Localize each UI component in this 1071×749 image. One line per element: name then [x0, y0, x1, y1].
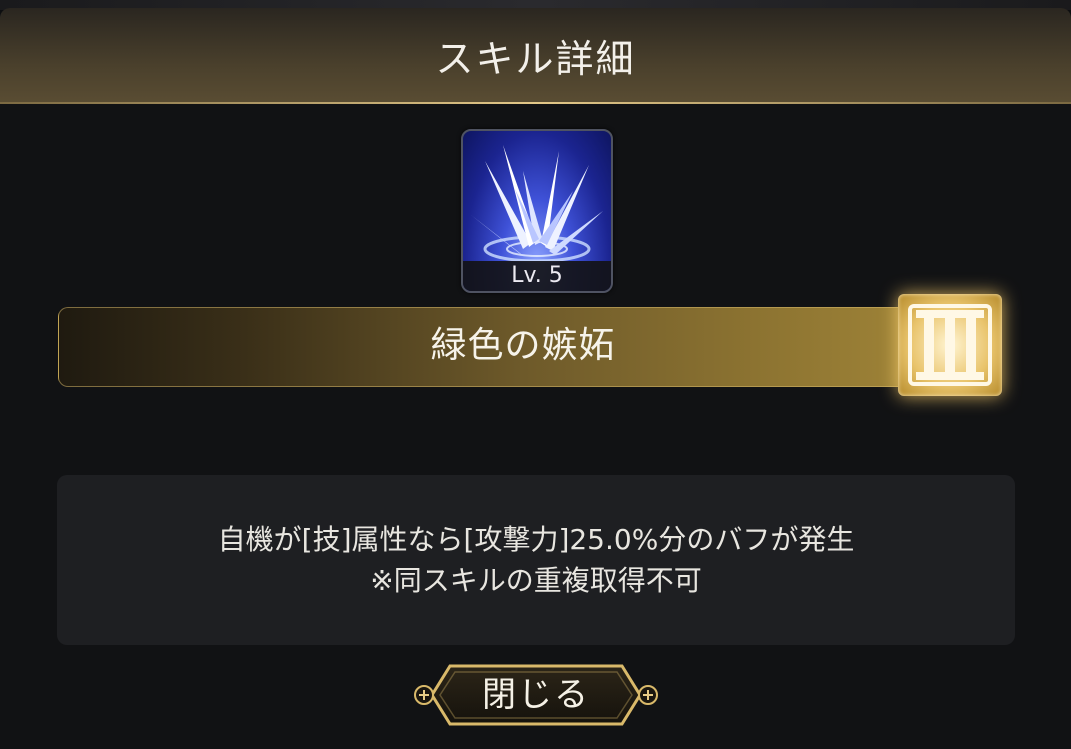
skill-icon: Lv. 5 — [461, 129, 613, 293]
skill-note: ※同スキルの重複取得不可 — [370, 564, 702, 597]
skill-description: 自機が[技]属性なら[攻撃力]25.0%分のバフが発生 — [217, 523, 855, 556]
skill-level: Lv. 5 — [463, 261, 611, 291]
skill-description-box — [57, 475, 1015, 645]
header-divider — [0, 102, 1071, 104]
skill-name: 緑色の嫉妬 — [430, 325, 616, 366]
close-button-label: 閉じる — [482, 675, 590, 715]
skill-rank-badge — [898, 294, 1002, 396]
roman-numeral-three-icon — [908, 304, 992, 386]
close-button[interactable]: 閉じる — [410, 660, 662, 730]
dialog-title: スキル詳細 — [435, 37, 636, 81]
